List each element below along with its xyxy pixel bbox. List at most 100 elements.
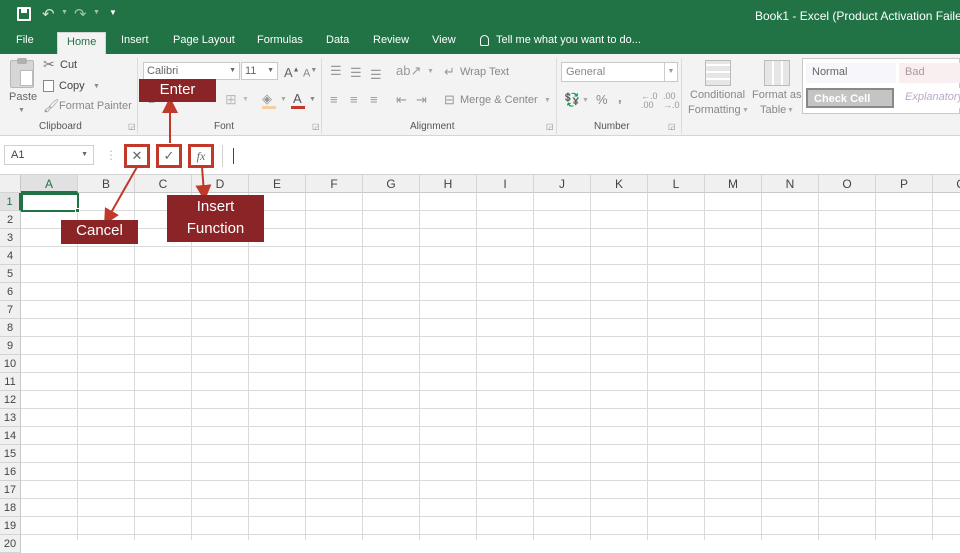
- column-header[interactable]: G: [363, 175, 420, 193]
- conditional-formatting-icon[interactable]: [705, 60, 731, 86]
- fill-color-dropdown-icon[interactable]: ▼: [280, 96, 287, 103]
- copy-icon[interactable]: [43, 80, 54, 92]
- copy-button[interactable]: Copy: [59, 80, 85, 92]
- row-header[interactable]: 12: [0, 391, 21, 409]
- paste-button[interactable]: Paste: [9, 91, 37, 103]
- insert-function-button[interactable]: fx: [188, 144, 214, 168]
- wrap-text-button[interactable]: Wrap Text: [460, 66, 509, 78]
- align-center-icon[interactable]: ≡: [350, 93, 358, 106]
- increase-indent-icon[interactable]: ⇥: [416, 93, 427, 106]
- row-header[interactable]: 13: [0, 409, 21, 427]
- conditional-formatting-label-2[interactable]: Formatting: [688, 104, 741, 116]
- fill-color-icon[interactable]: ◈: [262, 92, 272, 105]
- column-header[interactable]: J: [534, 175, 591, 193]
- copy-dropdown-icon[interactable]: ▼: [93, 83, 100, 90]
- font-color-dropdown-icon[interactable]: ▼: [309, 96, 316, 103]
- cut-button[interactable]: Cut: [60, 59, 77, 71]
- percent-style-button[interactable]: %: [596, 92, 608, 107]
- decrease-indent-icon[interactable]: ⇤: [396, 93, 407, 106]
- column-header[interactable]: F: [306, 175, 363, 193]
- column-header[interactable]: E: [249, 175, 306, 193]
- format-as-table-label-1[interactable]: Format as: [752, 89, 802, 101]
- row-header[interactable]: 18: [0, 499, 21, 517]
- worksheet-grid[interactable]: ABCDEFGHIJKLMNOPQ12345678910111213141516…: [0, 175, 960, 553]
- tab-view[interactable]: View: [432, 34, 456, 46]
- tab-review[interactable]: Review: [373, 34, 409, 46]
- format-as-table-icon[interactable]: [764, 60, 790, 86]
- row-header[interactable]: 19: [0, 517, 21, 535]
- column-header[interactable]: L: [648, 175, 705, 193]
- format-as-table-dropdown-icon[interactable]: ▼: [787, 107, 794, 114]
- tell-me-search[interactable]: Tell me what you want to do...: [496, 34, 641, 46]
- column-header[interactable]: P: [876, 175, 933, 193]
- format-painter-button[interactable]: Format Painter: [59, 100, 132, 112]
- name-box[interactable]: A1 ▼: [4, 145, 94, 165]
- tab-home[interactable]: Home: [57, 32, 107, 54]
- row-header[interactable]: 4: [0, 247, 21, 265]
- paste-icon[interactable]: [10, 58, 34, 88]
- row-header[interactable]: 3: [0, 229, 21, 247]
- top-align-icon[interactable]: ☰: [330, 64, 342, 77]
- row-header[interactable]: 10: [0, 355, 21, 373]
- row-header[interactable]: 5: [0, 265, 21, 283]
- row-header[interactable]: 17: [0, 481, 21, 499]
- number-format-dropdown-icon[interactable]: ▼: [664, 63, 677, 81]
- font-color-icon[interactable]: A: [293, 92, 302, 105]
- column-header[interactable]: D: [192, 175, 249, 193]
- font-size-box[interactable]: 11 ▼: [241, 62, 278, 80]
- tab-insert[interactable]: Insert: [121, 34, 149, 46]
- undo-icon[interactable]: ↶: [42, 5, 55, 23]
- decrease-font-icon[interactable]: A▼: [303, 67, 317, 80]
- customize-qat-icon[interactable]: ▼: [109, 8, 117, 17]
- cut-icon[interactable]: ✂: [43, 57, 55, 71]
- tab-formulas[interactable]: Formulas: [257, 34, 303, 46]
- row-header[interactable]: 16: [0, 463, 21, 481]
- select-all-corner[interactable]: [0, 175, 21, 193]
- align-left-icon[interactable]: ≡: [330, 93, 338, 106]
- alignment-launcher-icon[interactable]: ◲: [546, 123, 554, 131]
- wrap-text-icon[interactable]: ↵: [444, 65, 455, 78]
- column-header[interactable]: C: [135, 175, 192, 193]
- column-header[interactable]: O: [819, 175, 876, 193]
- comma-style-button[interactable]: ,: [618, 90, 622, 105]
- style-normal[interactable]: Normal: [806, 63, 896, 83]
- format-painter-icon[interactable]: 🖌: [43, 99, 60, 112]
- formula-input[interactable]: [222, 145, 960, 167]
- font-launcher-icon[interactable]: ◲: [312, 123, 320, 131]
- undo-dropdown-icon[interactable]: ▼: [61, 9, 68, 16]
- row-header[interactable]: 8: [0, 319, 21, 337]
- style-bad[interactable]: Bad: [899, 63, 960, 83]
- column-header[interactable]: K: [591, 175, 648, 193]
- conditional-formatting-label-1[interactable]: Conditional: [690, 89, 745, 101]
- save-icon[interactable]: [17, 7, 31, 21]
- orientation-icon[interactable]: ab↗: [396, 64, 421, 77]
- font-name-dropdown-icon[interactable]: ▼: [229, 67, 236, 74]
- style-check-cell[interactable]: Check Cell: [806, 88, 894, 108]
- bottom-align-icon[interactable]: ☰: [370, 68, 382, 81]
- row-header[interactable]: 6: [0, 283, 21, 301]
- orientation-dropdown-icon[interactable]: ▼: [427, 68, 434, 75]
- clipboard-launcher-icon[interactable]: ◲: [128, 123, 136, 131]
- row-header[interactable]: 14: [0, 427, 21, 445]
- accounting-dropdown-icon[interactable]: ▼: [582, 97, 589, 104]
- number-format-box[interactable]: General ▼: [561, 62, 678, 82]
- tab-file[interactable]: File: [16, 34, 34, 46]
- column-header[interactable]: N: [762, 175, 819, 193]
- row-header[interactable]: 20: [0, 535, 21, 553]
- font-size-dropdown-icon[interactable]: ▼: [267, 67, 274, 74]
- font-name-box[interactable]: Calibri ▼: [143, 62, 240, 80]
- row-header[interactable]: 1: [0, 193, 21, 211]
- increase-font-icon[interactable]: A▲: [284, 66, 300, 79]
- conditional-dropdown-icon[interactable]: ▼: [742, 107, 749, 114]
- paste-dropdown-icon[interactable]: ▼: [18, 107, 25, 114]
- column-header[interactable]: M: [705, 175, 762, 193]
- borders-dropdown-icon[interactable]: ▼: [242, 96, 249, 103]
- column-header[interactable]: A: [21, 175, 78, 193]
- row-header[interactable]: 9: [0, 337, 21, 355]
- tab-page-layout[interactable]: Page Layout: [173, 34, 235, 46]
- fill-handle[interactable]: [75, 208, 80, 213]
- align-right-icon[interactable]: ≡: [370, 93, 378, 106]
- merge-center-icon[interactable]: ⊟: [444, 93, 455, 106]
- merge-center-button[interactable]: Merge & Center: [460, 94, 538, 106]
- enter-button[interactable]: ✓: [156, 144, 182, 168]
